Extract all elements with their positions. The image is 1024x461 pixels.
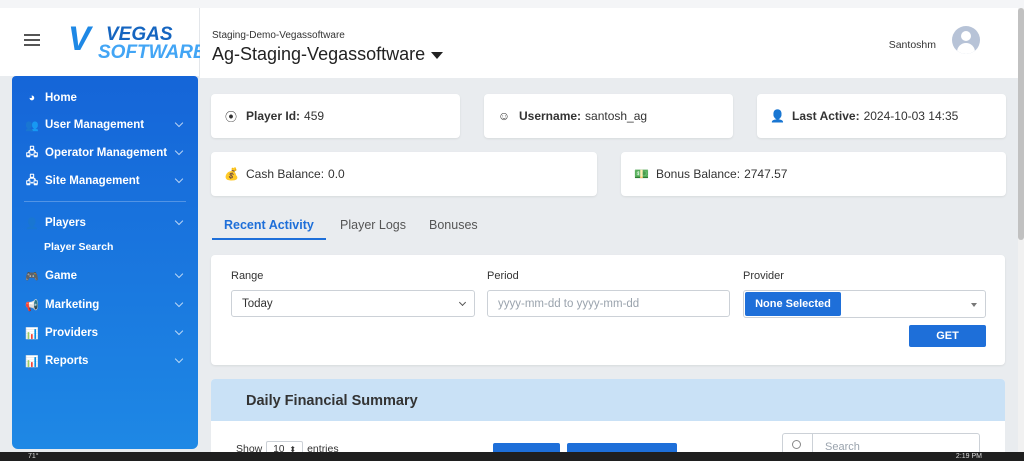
sidebar-item-label: Game bbox=[45, 270, 77, 282]
chevron-down-icon bbox=[174, 216, 184, 226]
scrollbar-thumb[interactable] bbox=[1018, 8, 1024, 240]
sidebar-item-reports[interactable]: 📊 Reports bbox=[12, 349, 198, 373]
chevron-down-icon bbox=[174, 298, 184, 308]
tab-player-logs[interactable]: Player Logs bbox=[340, 218, 406, 232]
range-label: Range bbox=[231, 270, 264, 282]
card-username: ☺ Username: santosh_ag bbox=[484, 94, 733, 138]
sidebar-item-label: Reports bbox=[45, 355, 89, 367]
card-last-active: 👤 Last Active: 2024-10-03 14:35 bbox=[757, 94, 1006, 138]
sidebar-item-providers[interactable]: 📊 Providers bbox=[12, 321, 198, 345]
active-tab-indicator bbox=[212, 238, 326, 240]
bar-chart-icon: 📊 bbox=[25, 355, 39, 368]
chevron-down-icon bbox=[458, 298, 467, 307]
sidebar-item-label: Marketing bbox=[45, 299, 100, 311]
user-circle-icon: ☺ bbox=[497, 109, 511, 123]
page-scrollbar[interactable] bbox=[1018, 8, 1024, 461]
bonus-balance-value: 2747.57 bbox=[744, 167, 788, 181]
user-icon: 👤 bbox=[25, 217, 39, 230]
header-username[interactable]: Santoshm bbox=[889, 39, 936, 51]
summary-header: Daily Financial Summary bbox=[211, 379, 1005, 421]
sidebar-item-label: Home bbox=[45, 92, 77, 104]
bar-chart-icon: 📊 bbox=[25, 327, 39, 340]
site-selector[interactable]: Ag-Staging-Vegassoftware bbox=[212, 44, 444, 65]
daily-financial-summary: Daily Financial Summary Show 10 ⬍ entrie… bbox=[211, 379, 1005, 461]
logo-mark: V bbox=[68, 20, 91, 58]
username-label: Username: bbox=[519, 109, 582, 123]
megaphone-icon: 📢 bbox=[25, 299, 39, 312]
avatar[interactable] bbox=[952, 26, 980, 54]
hamburger-menu-icon[interactable] bbox=[24, 34, 40, 46]
range-select[interactable]: Today bbox=[231, 290, 475, 317]
bonus-balance-label: Bonus Balance: bbox=[656, 167, 741, 181]
caret-down-icon bbox=[431, 52, 444, 59]
vegas-software-logo[interactable]: V VEGAS SOFTWARE bbox=[68, 20, 206, 66]
chevron-down-icon bbox=[174, 326, 184, 336]
header-title: Ag-Staging-Vegassoftware bbox=[212, 44, 426, 64]
sidebar-item-label: User Management bbox=[45, 119, 145, 131]
sidebar-item-marketing[interactable]: 📢 Marketing bbox=[12, 293, 198, 317]
cash-balance-value: 0.0 bbox=[328, 167, 345, 181]
user-head-shape bbox=[961, 31, 971, 41]
chevron-down-icon bbox=[174, 354, 184, 364]
player-id-value: 459 bbox=[304, 109, 325, 123]
sitemap-icon: 🖧 bbox=[25, 146, 39, 159]
target-icon: ⦿ bbox=[224, 109, 237, 124]
range-value: Today bbox=[242, 297, 273, 310]
user-clock-icon: 👤 bbox=[770, 109, 785, 123]
sidebar-item-game[interactable]: 🎮 Game bbox=[12, 264, 198, 288]
summary-title: Daily Financial Summary bbox=[246, 393, 418, 409]
pie-chart-icon: ◕ bbox=[28, 92, 36, 104]
sidebar-item-label: Site Management bbox=[45, 175, 140, 187]
filter-panel: Range Today Period yyyy-mm-dd to yyyy-mm… bbox=[211, 255, 1005, 365]
sidebar-item-home[interactable]: ◕ Home bbox=[12, 86, 198, 110]
tab-bonuses[interactable]: Bonuses bbox=[429, 218, 478, 232]
weather-temp: 71° bbox=[28, 453, 39, 460]
user-body-shape bbox=[957, 43, 975, 54]
os-taskbar: 71° 2:19 PM bbox=[0, 452, 1024, 461]
card-cash-balance: 💰 Cash Balance: 0.0 bbox=[211, 152, 597, 196]
chevron-down-icon bbox=[174, 269, 184, 279]
taskbar-clock: 2:19 PM bbox=[955, 453, 982, 460]
sidebar-nav: ◕ Home 👥 User Management 🖧 Operator Mana… bbox=[12, 76, 198, 449]
sidebar-item-user-management[interactable]: 👥 User Management bbox=[12, 113, 198, 137]
cash-balance-label: Cash Balance: bbox=[246, 167, 325, 181]
username-value: santosh_ag bbox=[585, 109, 648, 123]
money-bill-icon: 💵 bbox=[634, 167, 649, 181]
caret-down-icon bbox=[971, 303, 977, 307]
sidebar-item-label: Players bbox=[45, 217, 86, 229]
chevron-down-icon bbox=[174, 174, 184, 184]
sidebar-divider bbox=[24, 201, 186, 202]
sitemap-icon: 🖧 bbox=[25, 174, 39, 187]
sidebar-item-operator-management[interactable]: 🖧 Operator Management bbox=[12, 141, 198, 165]
sidebar-item-players[interactable]: 👤 Players bbox=[12, 211, 198, 235]
player-id-label: Player Id: bbox=[246, 109, 301, 123]
last-active-value: 2024-10-03 14:35 bbox=[863, 109, 959, 123]
provider-multiselect[interactable]: None Selected bbox=[743, 290, 986, 318]
sidebar-header: V VEGAS SOFTWARE bbox=[0, 8, 206, 76]
tab-recent-activity[interactable]: Recent Activity bbox=[224, 218, 314, 232]
sidebar-subitem-player-search[interactable]: Player Search bbox=[44, 241, 113, 253]
window-top-strip bbox=[0, 0, 1024, 8]
header-subtitle: Staging-Demo-Vegassoftware bbox=[212, 30, 345, 41]
gamepad-icon: 🎮 bbox=[25, 270, 39, 283]
sidebar-item-site-management[interactable]: 🖧 Site Management bbox=[12, 169, 198, 193]
chevron-down-icon bbox=[174, 146, 184, 156]
get-button[interactable]: GET bbox=[909, 325, 986, 347]
sidebar-item-label: Providers bbox=[45, 327, 99, 339]
sidebar-item-label: Operator Management bbox=[45, 147, 168, 159]
last-active-label: Last Active: bbox=[792, 109, 860, 123]
period-label: Period bbox=[487, 270, 519, 282]
card-player-id: ⦿ Player Id: 459 bbox=[211, 94, 460, 138]
top-header: Staging-Demo-Vegassoftware Ag-Staging-Ve… bbox=[200, 8, 1018, 78]
users-icon: 👥 bbox=[25, 119, 39, 132]
money-bag-icon: 💰 bbox=[224, 167, 239, 181]
provider-selected-value: None Selected bbox=[745, 292, 841, 316]
period-input[interactable]: yyyy-mm-dd to yyyy-mm-dd bbox=[487, 290, 730, 317]
chevron-down-icon bbox=[174, 118, 184, 128]
provider-label: Provider bbox=[743, 270, 784, 282]
logo-text-software: SOFTWARE bbox=[98, 42, 206, 63]
card-bonus-balance: 💵 Bonus Balance: 2747.57 bbox=[621, 152, 1006, 196]
